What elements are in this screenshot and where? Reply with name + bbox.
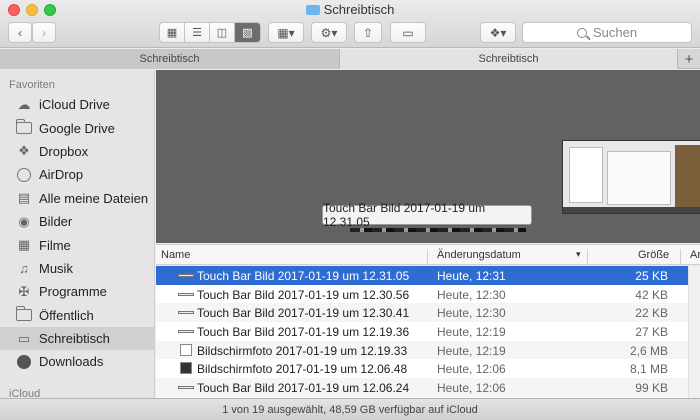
- search-placeholder: Suchen: [592, 25, 638, 40]
- coverflow-view-button[interactable]: ▧: [235, 23, 260, 42]
- coverflow-icon: ▧: [242, 27, 253, 39]
- downloads-icon: [16, 354, 32, 369]
- share-button[interactable]: ⇧: [354, 22, 382, 43]
- table-row[interactable]: Bildschirmfoto 2017-01-19 um 12.06.48 He…: [156, 359, 700, 378]
- folder-icon: [305, 5, 320, 15]
- table-row[interactable]: Touch Bar Bild 2017-01-19 um 12.31.05 He…: [156, 266, 700, 285]
- gear-icon: ⚙▾: [320, 25, 338, 40]
- forward-button[interactable]: ›: [32, 22, 56, 43]
- screenshot-file-icon: [180, 362, 192, 375]
- view-mode-selector: ▦ ☰ ◫ ▧: [159, 22, 261, 43]
- screenshot-file-icon: [180, 343, 192, 356]
- icon-view-button[interactable]: ▦: [160, 23, 185, 42]
- back-button[interactable]: ‹: [8, 22, 32, 43]
- table-row[interactable]: Touch Bar Bild 2017-01-19 um 12.30.56 He…: [156, 285, 700, 304]
- chevron-down-icon: ▾: [576, 249, 581, 259]
- sidebar-heading-icloud: iCloud: [9, 387, 41, 398]
- sidebar-item-bilder[interactable]: ◉ Bilder: [0, 210, 154, 233]
- image-file-icon: [178, 274, 194, 277]
- preview-thumbnail[interactable]: [562, 140, 700, 214]
- list-view-button[interactable]: ☰: [185, 23, 210, 42]
- table-row[interactable]: Touch Bar Bild 2017-01-19 um 12.30.41 He…: [156, 303, 700, 323]
- column-header-name[interactable]: Name: [161, 249, 190, 261]
- image-file-icon: [178, 292, 194, 296]
- tag-icon: ▭: [402, 25, 414, 40]
- image-file-icon: [178, 386, 194, 390]
- table-row[interactable]: Touch Bar Bild 2017-01-19 um 12.06.24 He…: [156, 378, 700, 397]
- applications-icon: ✠: [18, 283, 30, 299]
- file-list: Touch Bar Bild 2017-01-19 um 12.31.05 He…: [156, 266, 700, 398]
- share-icon: ⇧: [362, 25, 374, 40]
- sidebar-item-schreibtisch[interactable]: ▭ Schreibtisch: [0, 326, 154, 351]
- plus-icon: +: [684, 50, 694, 68]
- preview-tooltip: Touch Bar Bild 2017-01-19 um 12.31.05: [322, 201, 532, 229]
- folder-icon: [15, 306, 32, 322]
- sidebar-item-filme[interactable]: ▦ Filme: [0, 233, 154, 256]
- columns-icon: ◫: [216, 27, 228, 39]
- sidebar-item-musik[interactable]: ♫ Musik: [0, 257, 154, 280]
- sidebar-heading-favorites: Favoriten: [9, 79, 55, 91]
- music-icon: ♫: [19, 260, 29, 276]
- tab-bar: Schreibtisch Schreibtisch +: [0, 49, 700, 69]
- dropbox-icon: ❖▾: [489, 25, 507, 40]
- search-field[interactable]: Suchen: [522, 22, 692, 43]
- sidebar-item-icloud-drive[interactable]: ☁ iCloud Drive: [0, 93, 154, 116]
- folder-icon: [15, 119, 32, 135]
- image-file-icon: [178, 311, 194, 315]
- sidebar: Favoriten ☁ iCloud Drive Google Drive ❖ …: [0, 70, 155, 398]
- window-title: Schreibtisch: [0, 2, 700, 17]
- column-view-button[interactable]: ◫: [210, 23, 235, 42]
- sidebar-item-all-files[interactable]: ▤ Alle meine Dateien: [0, 187, 154, 210]
- dropbox-icon: ❖: [18, 143, 30, 159]
- cloud-icon: ☁: [17, 96, 31, 112]
- status-bar: 1 von 19 ausgewählt, 48,59 GB verfügbar …: [0, 398, 700, 420]
- sidebar-item-oeffentlich[interactable]: Öffentlich: [0, 304, 154, 327]
- tags-button[interactable]: ▭: [390, 22, 426, 43]
- action-button[interactable]: ⚙▾: [311, 22, 347, 43]
- vertical-scrollbar[interactable]: [688, 266, 700, 398]
- dropbox-menu-button[interactable]: ❖▾: [480, 22, 516, 43]
- chevron-right-icon: ›: [42, 25, 46, 40]
- search-icon: [576, 27, 587, 38]
- status-text: 1 von 19 ausgewählt, 48,59 GB verfügbar …: [222, 403, 478, 416]
- grid-icon: ▦: [166, 27, 178, 39]
- airdrop-icon: [16, 167, 32, 182]
- tab-schreibtisch-1[interactable]: Schreibtisch: [0, 49, 340, 69]
- table-row[interactable]: Touch Bar Bild 2017-01-19 um 12.19.36 He…: [156, 322, 700, 341]
- image-file-icon: [178, 330, 194, 334]
- all-files-icon: ▤: [17, 190, 31, 206]
- column-header-size[interactable]: Größe: [638, 249, 669, 261]
- sidebar-item-airdrop[interactable]: AirDrop: [0, 163, 154, 186]
- sidebar-item-downloads[interactable]: Downloads: [0, 350, 154, 373]
- table-row[interactable]: Bildschirmfoto 2017-01-19 um 12.19.33 He…: [156, 340, 700, 360]
- list-icon: ☰: [192, 27, 202, 39]
- column-header-kind[interactable]: Ar: [690, 249, 700, 261]
- new-tab-button[interactable]: +: [678, 49, 700, 69]
- arrange-icon: ▦▾: [277, 25, 295, 40]
- tab-schreibtisch-2[interactable]: Schreibtisch: [340, 49, 678, 69]
- list-header: Name Änderungsdatum ▾ Größe Ar: [156, 244, 700, 265]
- sidebar-item-programme[interactable]: ✠ Programme: [0, 280, 154, 303]
- desktop-icon: ▭: [17, 330, 31, 346]
- camera-icon: ◉: [18, 213, 30, 229]
- title-bar: Schreibtisch ‹ › ▦ ☰ ◫ ▧ ▦▾ ⚙▾ ⇧ ▭ ❖▾ Su…: [0, 0, 700, 48]
- chevron-left-icon: ‹: [18, 25, 22, 40]
- sidebar-item-dropbox[interactable]: ❖ Dropbox: [0, 140, 154, 163]
- film-icon: ▦: [17, 237, 31, 253]
- sidebar-item-google-drive[interactable]: Google Drive: [0, 116, 154, 139]
- arrange-button[interactable]: ▦▾: [268, 22, 304, 43]
- column-header-date[interactable]: Änderungsdatum: [437, 249, 521, 261]
